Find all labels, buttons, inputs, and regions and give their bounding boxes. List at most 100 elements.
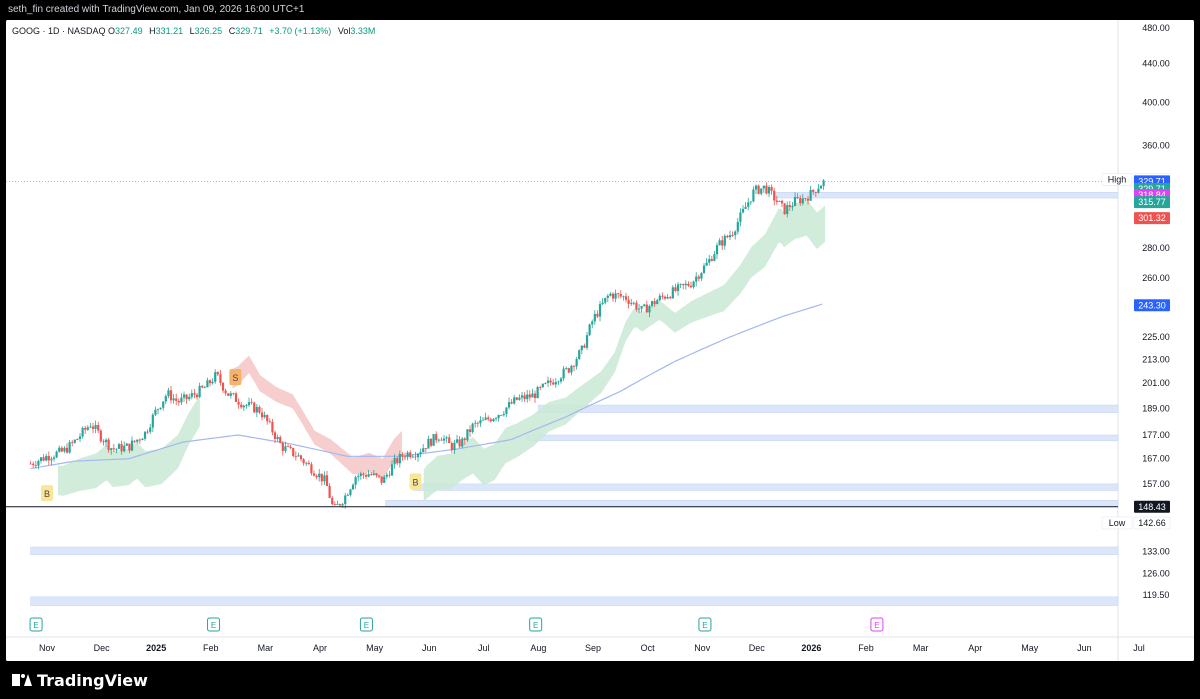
- symbol-legend: GOOG · 1D · NASDAQ O327.49 H331.21 L326.…: [12, 26, 379, 36]
- candle-body-106: [305, 462, 308, 464]
- candle-body-155: [432, 434, 435, 446]
- price-label-7: 148.43: [1134, 500, 1170, 513]
- x-tick-11: Oct: [641, 643, 656, 653]
- candle-body-280: [757, 185, 760, 194]
- y-tick-0: 480.00: [1142, 23, 1170, 33]
- candle-body-28: [102, 441, 105, 443]
- y-tick-7: 213.00: [1142, 355, 1170, 365]
- candle-body-58: [180, 397, 183, 403]
- candle-body-79: [234, 393, 238, 402]
- candle-body-195: [536, 387, 539, 399]
- candle-body-237: [645, 304, 648, 313]
- legend-open-value: 327.49: [115, 26, 143, 36]
- zone-6: [30, 596, 1119, 606]
- candle-body-133: [375, 473, 378, 476]
- candle-body-50: [159, 407, 162, 409]
- candle-body-75: [224, 390, 227, 394]
- candle-body-51: [162, 401, 165, 408]
- candle-body-97: [281, 442, 284, 451]
- candle-body-67: [203, 387, 206, 389]
- candle-body-294: [793, 197, 797, 206]
- candle-body-84: [247, 402, 251, 406]
- candle-body-224: [611, 293, 615, 299]
- candle-body-187: [515, 397, 518, 400]
- legend-volume-label: Vol: [337, 26, 351, 36]
- candle-body-32: [112, 448, 115, 450]
- candle-body-143: [401, 454, 404, 457]
- candle-body-148: [414, 456, 417, 458]
- candle-body-94: [273, 432, 277, 439]
- candle-body-109: [312, 473, 316, 476]
- y-tick-9: 189.00: [1142, 403, 1170, 413]
- candle-body-89: [260, 412, 264, 418]
- candle-body-150: [419, 452, 422, 455]
- candle-body-251: [682, 283, 685, 286]
- candle-body-258: [700, 272, 703, 279]
- candle-body-233: [635, 302, 638, 310]
- tradingview-snapshot: seth_fin created with TradingView.com, J…: [0, 0, 1200, 699]
- price-label-value-6: 243.30: [1138, 300, 1166, 310]
- snapshot-credit: seth_fin created with TradingView.com, J…: [8, 4, 305, 15]
- candle-body-166: [461, 438, 464, 447]
- candle-body-276: [747, 202, 750, 207]
- price-chart-svg[interactable]: B S B E E E E E E 480.00 440.00 400.00 360.00 280.0…: [6, 20, 1194, 661]
- candle-body-200: [549, 380, 552, 383]
- candle-body-242: [658, 295, 661, 301]
- candle-body-189: [520, 395, 524, 398]
- candle-body-236: [643, 304, 646, 307]
- candle-body-30: [107, 439, 110, 450]
- candle-body-175: [484, 417, 487, 420]
- candle-body-63: [193, 393, 196, 395]
- candle-body-168: [466, 429, 469, 441]
- zone-2: [527, 434, 1119, 442]
- candle-body-192: [528, 394, 531, 398]
- candle-body-120: [341, 504, 344, 506]
- candle-body-221: [604, 297, 607, 303]
- x-tick-7: Jun: [422, 643, 437, 653]
- y-tick-3: 360.00: [1142, 141, 1170, 151]
- candle-body-265: [718, 240, 721, 246]
- candle-body-64: [195, 394, 199, 398]
- candle-body-8: [50, 458, 53, 461]
- earnings-label-5: E: [874, 621, 879, 630]
- candle-body-165: [458, 439, 461, 447]
- candle-body-45: [146, 431, 149, 433]
- y-tick-2: 400.00: [1142, 98, 1170, 108]
- candle-body-288: [778, 200, 781, 202]
- candle-body-81: [240, 404, 243, 408]
- candle-body-176: [487, 417, 490, 420]
- candle-body-284: [767, 187, 771, 194]
- legend-low-value: 326.25: [194, 26, 223, 36]
- candle-body-264: [715, 245, 719, 255]
- legend-open-label: O: [108, 26, 116, 36]
- candle-body-57: [177, 400, 180, 403]
- tradingview-logo-icon: [12, 674, 32, 686]
- candle-body-227: [619, 294, 622, 297]
- candle-body-239: [650, 301, 654, 306]
- candle-body-272: [736, 221, 739, 232]
- candle-body-169: [468, 429, 472, 432]
- candle-body-241: [656, 300, 659, 305]
- candle-body-257: [697, 276, 700, 279]
- candle-body-293: [791, 205, 794, 208]
- candle-body-29: [104, 439, 108, 443]
- earnings-label-1: E: [211, 621, 216, 630]
- candle-body-252: [684, 283, 687, 286]
- candle-body-278: [752, 189, 755, 202]
- price-label-value-4: 315.77: [1138, 197, 1166, 207]
- candle-body-228: [622, 296, 625, 298]
- time-axis-ticks: Nov Dec 2025 Feb Mar Apr May Jun Jul Aug Sep Oct Nov…: [39, 643, 1145, 653]
- zone-3: [412, 483, 1119, 491]
- candle-body-53: [167, 390, 170, 397]
- candle-body-235: [640, 306, 643, 309]
- candle-body-204: [559, 378, 563, 382]
- candle-body-160: [445, 437, 448, 439]
- candle-body-116: [331, 497, 334, 505]
- chart-pane[interactable]: B S B E E E E E E 480.00 440.00 400.00 360.00 280.0…: [6, 20, 1194, 661]
- candle-body-183: [505, 407, 508, 414]
- candle-body-151: [422, 448, 425, 453]
- candle-body-130: [367, 474, 370, 477]
- candle-body-41: [136, 439, 139, 442]
- tradingview-logo[interactable]: TradingView: [12, 669, 148, 691]
- zone-5: [30, 546, 1119, 555]
